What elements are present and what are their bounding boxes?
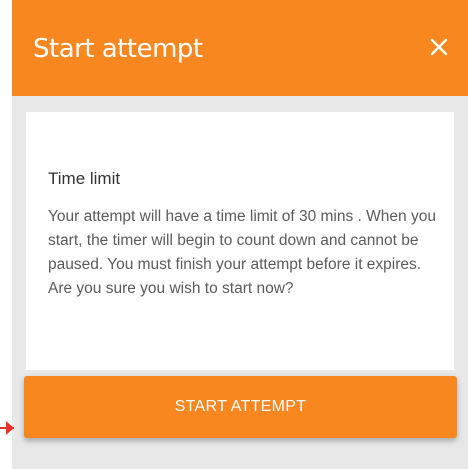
close-icon bbox=[430, 38, 448, 56]
start-attempt-button[interactable]: START ATTEMPT bbox=[24, 376, 457, 438]
dialog-content: Time limit Your attempt will have a time… bbox=[26, 112, 454, 370]
pointer-arrow-icon bbox=[0, 421, 14, 435]
time-limit-description: Your attempt will have a time limit of 3… bbox=[48, 208, 436, 297]
time-limit-heading: Time limit bbox=[48, 169, 121, 188]
dialog-title: Start attempt bbox=[33, 34, 203, 64]
start-attempt-dialog: Start attempt Time limit Your attempt wi… bbox=[12, 0, 468, 469]
dialog-header: Start attempt bbox=[12, 0, 468, 96]
close-button[interactable] bbox=[422, 30, 456, 64]
